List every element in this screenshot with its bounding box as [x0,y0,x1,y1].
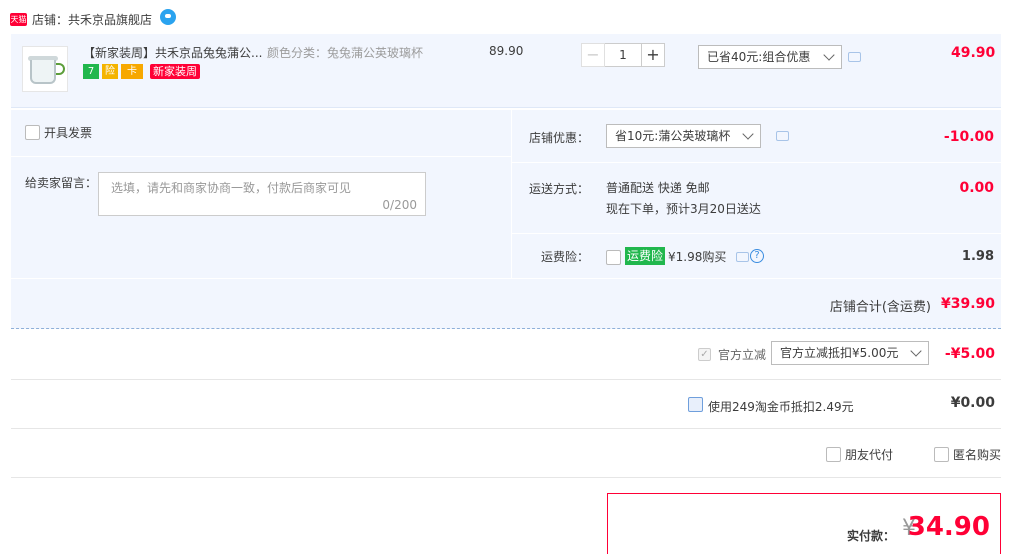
shop-promo-row: 店铺优惠： 省10元:蒲公英玻璃杯 -10.00 [512,110,1001,162]
help-icon[interactable]: ? [750,249,764,263]
shop-promo-select[interactable]: 省10元:蒲公英玻璃杯 [606,124,761,148]
shipping-eta: 现在下单，预计3月20日送达 [606,202,761,216]
credit-card-icon[interactable]: 卡 [121,64,143,79]
shop-total-row: 店铺合计(含运费) ¥39.90 [11,279,1001,329]
shop-promo-label: 店铺优惠： [528,131,589,145]
shop-promo-comment-icon[interactable] [776,131,789,141]
promo-tag[interactable]: 新家装周 [150,64,200,79]
divider [11,477,1001,478]
official-discount-select-value: 官方立减抵扣¥5.00元 [780,346,899,360]
shop-total-label: 店铺合计(含运费) [829,300,931,315]
pay-label: 实付款： [846,529,895,543]
quantity-input[interactable]: 1 [605,43,641,67]
glass-cup-shape [30,60,56,84]
chevron-down-icon [910,345,922,357]
official-discount-label: 官方立减 [718,348,767,362]
shipping-label: 运送方式： [528,182,589,196]
insurance-price: ¥1.98购买 [668,250,727,264]
shop-name[interactable]: 店铺：共禾京品旗舰店 [32,11,152,28]
order-options-right: 店铺优惠： 省10元:蒲公英玻璃杯 -10.00 运送方式： 普通配送 快递 免… [512,110,1001,278]
official-discount-select[interactable]: 官方立减抵扣¥5.00元 [771,341,929,365]
anonymous-option[interactable]: 匿名购买 [934,446,1001,463]
anonymous-label: 匿名购买 [953,448,1002,462]
chevron-down-icon [742,128,754,140]
tmall-badge-icon: 天猫 [10,12,27,26]
shipping-amount: 0.00 [959,180,994,196]
unit-price: 89.90 [489,44,524,58]
message-char-count: 0/200 [382,198,417,212]
insurance-checkbox[interactable] [606,250,621,265]
product-thumbnail[interactable] [22,46,68,92]
shipping-row: 运送方式： 普通配送 快递 免邮 现在下单，预计3月20日送达 0.00 [512,163,1001,233]
insurance-row: 运费险： 运费险 ¥1.98购买 ? 1.98 [512,234,1001,278]
official-discount-amount: -¥5.00 [944,346,995,362]
friend-pay-option[interactable]: 朋友代付 [826,446,893,463]
divider [11,428,1001,429]
insurance-comment-icon[interactable] [736,252,749,262]
product-title[interactable]: 【新家装周】共禾京品兔兔蒲公... [83,44,262,61]
payment-summary: 实付款： ¥ 34.90 [607,493,1001,554]
shop-header: 天猫 店铺：共禾京品旗舰店 [10,8,177,30]
friend-pay-checkbox[interactable] [826,447,841,462]
order-options-left: 开具发票 给卖家留言： 选填，请先和商家协商一致，付款后商家可见 0/200 [11,110,511,278]
shipping-method: 普通配送 快递 免邮 [606,181,710,195]
item-total-price: 49.90 [951,45,996,61]
quantity-stepper: − 1 + [581,43,665,67]
chevron-down-icon [823,49,835,61]
shop-total-amount: ¥39.90 [940,296,995,312]
item-promo-select[interactable]: 已省40元:组合优惠 [698,45,842,69]
wangwang-chat-icon[interactable] [160,9,177,25]
taojinbi-checkbox[interactable] [688,397,703,412]
seller-message-placeholder: 选填，请先和商家协商一致，付款后商家可见 [111,181,352,195]
service-icons: 7 险 卡 新家装周 [83,64,200,79]
shop-promo-select-value: 省10元:蒲公英玻璃杯 [615,129,731,143]
invoice-checkbox[interactable] [25,125,40,140]
seven-day-return-icon[interactable]: 7 [83,64,99,79]
invoice-option[interactable]: 开具发票 [25,124,92,141]
friend-pay-label: 朋友代付 [845,448,894,462]
seller-message-input[interactable]: 选填，请先和商家协商一致，付款后商家可见 0/200 [98,172,426,216]
insurance-badge: 运费险 [625,247,666,265]
cup-handle-shape [56,63,65,75]
item-promo-select-value: 已省40元:组合优惠 [707,50,811,64]
seller-message-label: 给卖家留言： [25,176,98,190]
anonymous-checkbox[interactable] [934,447,949,462]
official-discount-checkbox[interactable]: ✓ [698,348,711,361]
cart-item-row: 【新家装周】共禾京品兔兔蒲公... 颜色分类：兔兔蒲公英玻璃杯 7 险 卡 新家… [11,34,1001,108]
insurance-icon[interactable]: 险 [102,64,118,79]
quantity-decrease-button[interactable]: − [581,43,605,67]
taojinbi-label: 使用249淘金币抵扣2.49元 [708,400,854,414]
taojinbi-amount: ¥0.00 [950,395,995,411]
invoice-label: 开具发票 [44,126,93,140]
insurance-label: 运费险： [540,250,589,264]
divider [11,156,511,157]
promo-comment-icon[interactable] [848,52,861,62]
product-sku: 颜色分类：兔兔蒲公英玻璃杯 [267,46,424,60]
quantity-increase-button[interactable]: + [641,43,665,67]
shop-promo-amount: -10.00 [943,129,994,145]
pay-amount: 34.90 [907,512,990,542]
divider [11,379,1001,380]
insurance-amount: 1.98 [961,249,994,264]
